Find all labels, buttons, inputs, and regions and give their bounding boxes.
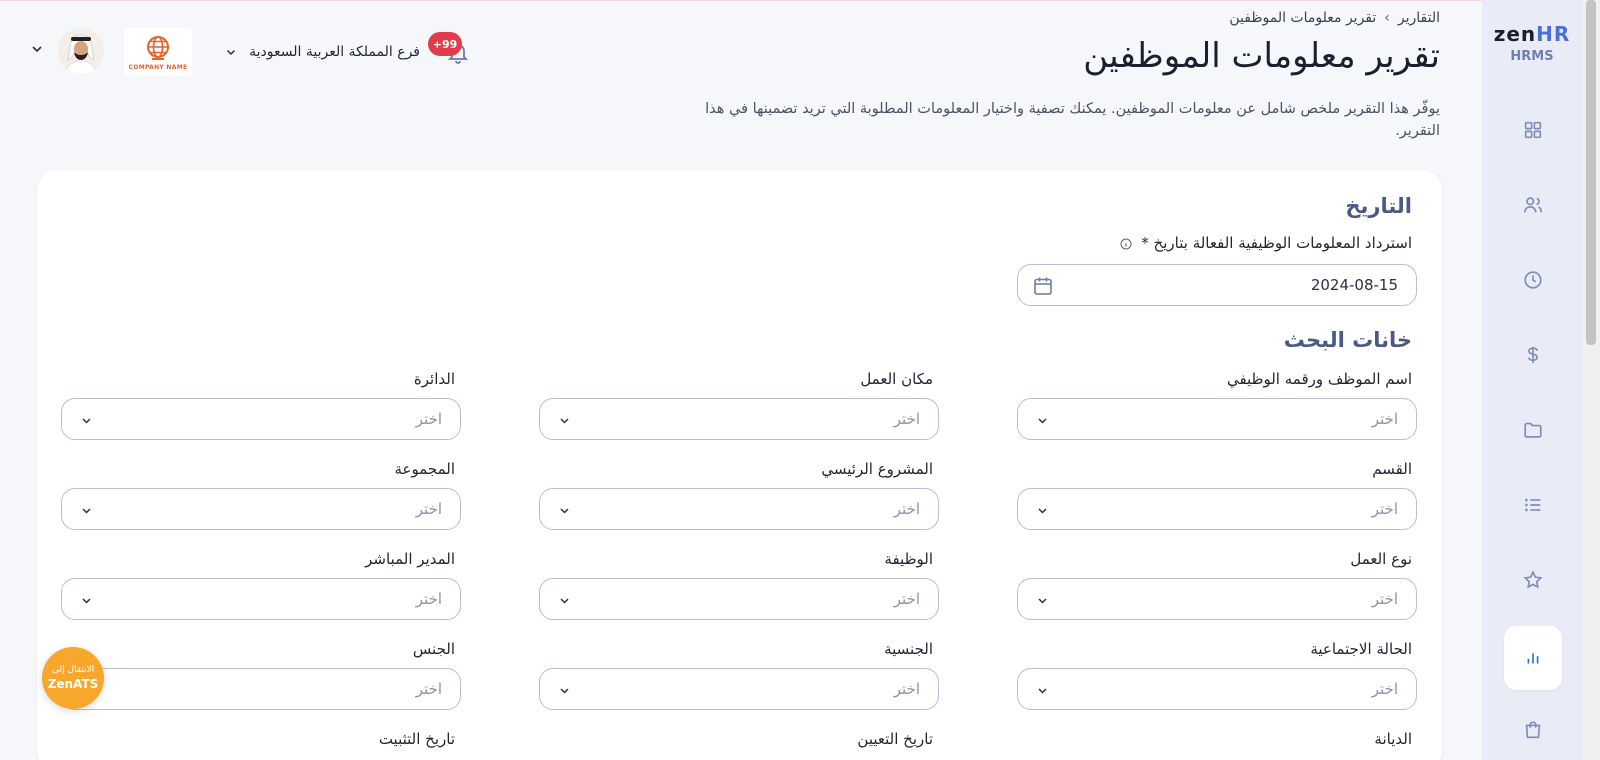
list-icon xyxy=(1525,498,1541,512)
chevron-down-icon xyxy=(1038,418,1047,424)
search-section-title: خانات البحث xyxy=(1283,328,1412,352)
globe-logo-icon xyxy=(147,35,169,60)
page-title: تقرير معلومات الموظفين xyxy=(1083,36,1440,76)
company-logo-text: COMPANY NAME xyxy=(128,63,188,71)
chevron-down-icon xyxy=(560,688,569,694)
chevron-down-icon xyxy=(560,508,569,514)
sidebar-item-attendance[interactable] xyxy=(1504,248,1562,312)
clock-icon xyxy=(1524,271,1542,289)
section-select[interactable]: اختر xyxy=(1017,488,1417,530)
field-label-religion: الديانة xyxy=(1374,730,1412,748)
effective-date-input[interactable]: 2024-08-15 xyxy=(1017,264,1417,306)
company-logo: COMPANY NAME xyxy=(124,28,192,76)
sidebar-item-employees[interactable] xyxy=(1504,173,1562,237)
sidebar-item-lists[interactable] xyxy=(1504,473,1562,537)
sidebar-item-performance[interactable] xyxy=(1504,548,1562,612)
effective-date-value: 2024-08-15 xyxy=(1310,276,1398,294)
field-label-work-type: نوع العمل xyxy=(1350,550,1412,568)
date-section-title: التاريخ xyxy=(1345,194,1412,218)
field-label-gender: الجنس xyxy=(412,640,455,658)
scrollbar-thumb[interactable] xyxy=(1586,0,1596,345)
chevron-down-icon xyxy=(560,598,569,604)
field-label-department: الدائرة xyxy=(413,370,455,388)
sidebar-item-documents[interactable] xyxy=(1504,398,1562,462)
zenats-switch-button[interactable]: الانتقال إلى ZenATS xyxy=(42,647,104,709)
sidebar-item-store[interactable] xyxy=(1504,698,1562,760)
breadcrumb-current: تقرير معلومات الموظفين xyxy=(1229,10,1377,26)
field-label-job: الوظيفة xyxy=(884,550,933,568)
chevron-down-icon xyxy=(1038,688,1047,694)
nationality-select[interactable]: اختر xyxy=(539,668,939,710)
top-border xyxy=(0,0,1600,1)
work-type-select[interactable]: اختر xyxy=(1017,578,1417,620)
brand-logo[interactable]: zenHR HRMS xyxy=(1482,22,1582,64)
field-label-group: المجموعة xyxy=(394,460,455,478)
field-label-confirmation-date: تاريخ التثبيت xyxy=(378,730,455,748)
shopping-bag-icon xyxy=(1525,721,1541,739)
field-label-work-location: مكان العمل xyxy=(860,370,933,388)
reports-chart-icon xyxy=(1527,653,1539,664)
field-label-main-project: المشروع الرئيسي xyxy=(821,460,933,478)
effective-date-label: استرداد المعلومات الوظيفية الفعالة بتاري… xyxy=(1120,234,1412,252)
field-label-marital-status: الحالة الاجتماعية xyxy=(1310,640,1412,658)
brand-subtitle: HRMS xyxy=(1510,49,1554,64)
avatar-image xyxy=(58,28,104,74)
breadcrumb-root[interactable]: التقارير xyxy=(1398,10,1440,26)
field-label-direct-manager: المدير المباشر xyxy=(365,550,455,568)
dollar-icon xyxy=(1528,346,1538,364)
group-select[interactable]: اختر xyxy=(61,488,461,530)
branch-label: فرع المملكة العربية السعودية xyxy=(249,44,420,60)
field-label-section: القسم xyxy=(1372,460,1412,478)
sidebar-item-payroll[interactable] xyxy=(1504,323,1562,387)
brand-wordmark: zenHR xyxy=(1493,22,1571,46)
users-icon xyxy=(1523,197,1543,213)
department-select[interactable]: اختر xyxy=(61,398,461,440)
avatar[interactable] xyxy=(58,28,104,74)
info-icon[interactable] xyxy=(1120,238,1132,250)
chevron-down-icon xyxy=(82,418,91,424)
gender-select[interactable]: اختر xyxy=(61,668,461,710)
sidebar-item-reports[interactable] xyxy=(1504,626,1562,690)
field-label-hire-date: تاريخ التعيين xyxy=(857,730,933,748)
sidebar: zenHR HRMS xyxy=(1482,0,1582,760)
field-label-nationality: الجنسية xyxy=(884,640,933,658)
chevron-down-icon xyxy=(560,418,569,424)
page-description: يوفّر هذا التقرير ملخص شامل عن معلومات ا… xyxy=(705,101,1440,139)
notifications-badge: +99 xyxy=(428,32,462,56)
field-label-employee: اسم الموظف ورقمه الوظيفي xyxy=(1226,370,1412,388)
calendar-icon[interactable] xyxy=(1032,275,1054,297)
user-menu-chevron-down-icon[interactable] xyxy=(30,42,44,56)
chevron-down-icon xyxy=(227,49,236,56)
star-icon xyxy=(1523,570,1543,589)
branch-selector[interactable]: فرع المملكة العربية السعودية xyxy=(208,40,420,64)
zenats-line2: ZenATS xyxy=(47,677,99,691)
employee-select[interactable]: اختر xyxy=(1017,398,1417,440)
marital-status-select[interactable]: اختر xyxy=(1017,668,1417,710)
work-location-select[interactable]: اختر xyxy=(539,398,939,440)
job-select[interactable]: اختر xyxy=(539,578,939,620)
report-filters-card: التاريخ استرداد المعلومات الوظيفية الفعا… xyxy=(37,170,1442,760)
required-mark: * xyxy=(1141,234,1149,252)
chevron-down-icon xyxy=(1038,508,1047,514)
dashboard-icon xyxy=(1524,121,1542,139)
chevron-down-icon xyxy=(82,508,91,514)
breadcrumb: التقارير › تقرير معلومات الموظفين xyxy=(1229,10,1440,26)
page-scrollbar[interactable] xyxy=(1582,0,1600,760)
folder-icon xyxy=(1524,422,1542,438)
breadcrumb-separator-icon: › xyxy=(1384,10,1390,26)
zenats-line1: الانتقال إلى xyxy=(51,665,95,675)
chevron-down-icon xyxy=(1038,598,1047,604)
main-project-select[interactable]: اختر xyxy=(539,488,939,530)
direct-manager-select[interactable]: اختر xyxy=(61,578,461,620)
sidebar-item-dashboard[interactable] xyxy=(1504,98,1562,162)
chevron-down-icon xyxy=(82,598,91,604)
